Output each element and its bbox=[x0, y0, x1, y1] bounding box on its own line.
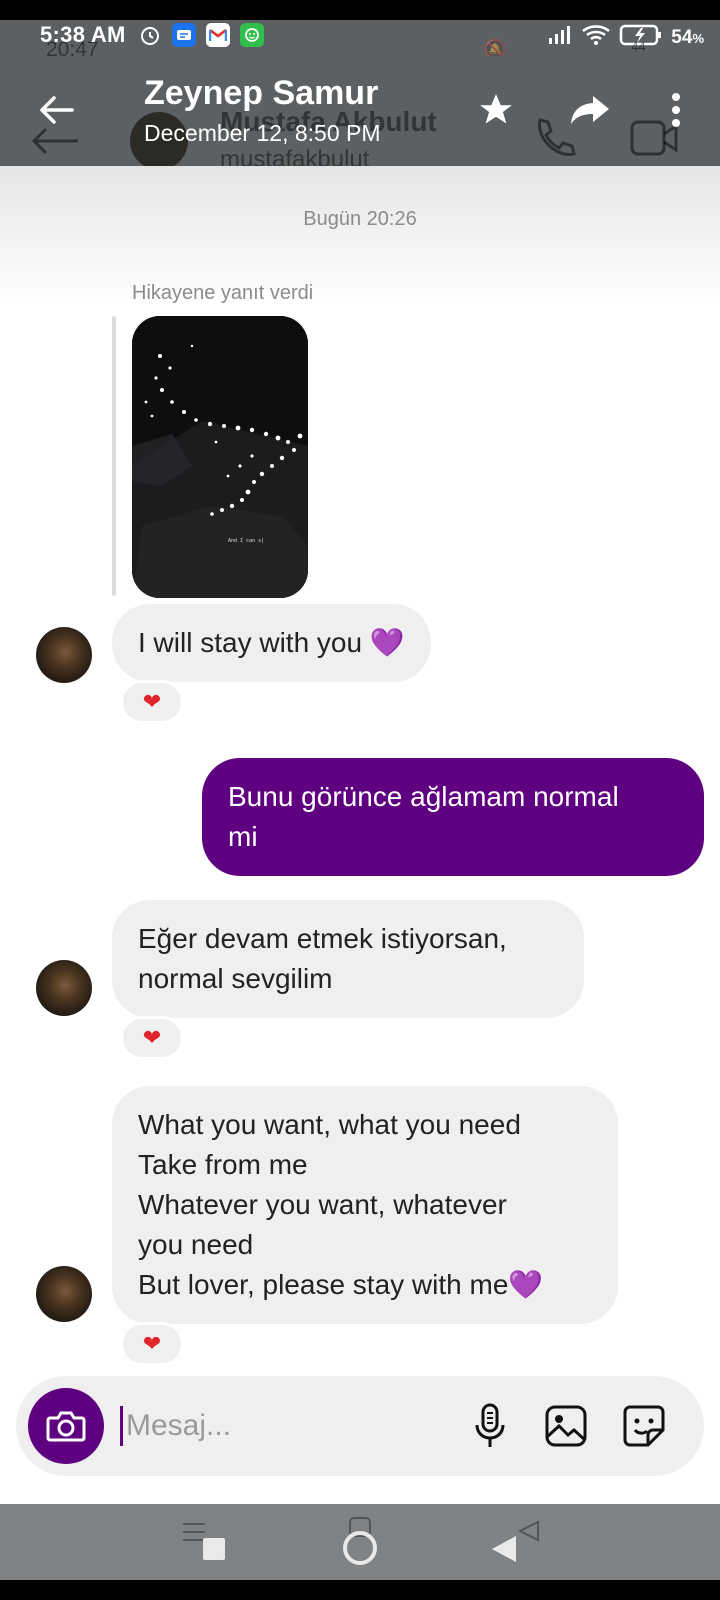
underlay-battery: 44 bbox=[631, 39, 646, 54]
heart-reaction[interactable]: ❤ bbox=[120, 1322, 184, 1366]
heart-icon: ❤ bbox=[142, 1025, 162, 1050]
story-thumbnail[interactable]: And I can s| bbox=[132, 316, 308, 598]
message-line: What you want, what you need bbox=[138, 1109, 521, 1140]
story-reply-label: Hikayene yanıt verdi bbox=[132, 282, 314, 304]
back-nav-button[interactable] bbox=[484, 1516, 544, 1568]
star-button[interactable] bbox=[472, 86, 520, 134]
message-bubble-incoming[interactable]: I will stay with you 💜 bbox=[112, 604, 431, 682]
message-line: But lover, please stay with me💜 bbox=[138, 1269, 544, 1300]
signal-icon bbox=[547, 24, 573, 51]
message-bubble-incoming[interactable]: What you want, what you need Take from m… bbox=[112, 1086, 618, 1324]
messages-icon bbox=[172, 23, 196, 47]
story-night-lights-image bbox=[132, 316, 308, 598]
contact-avatar[interactable] bbox=[36, 1266, 92, 1322]
recents-button[interactable] bbox=[176, 1516, 236, 1568]
back-arrow-icon bbox=[40, 96, 74, 124]
text-cursor bbox=[120, 1406, 123, 1446]
camera-icon bbox=[46, 1411, 86, 1442]
message-line: you need bbox=[138, 1229, 254, 1260]
recents-icon bbox=[183, 1523, 225, 1560]
message-line: normal sevgilim bbox=[138, 963, 333, 994]
home-icon bbox=[343, 1517, 377, 1565]
more-vertical-icon bbox=[672, 93, 680, 127]
system-navigation-bar bbox=[0, 1504, 720, 1580]
forward-icon bbox=[571, 96, 609, 124]
wifi-icon bbox=[581, 23, 611, 52]
alarm-icon bbox=[138, 23, 162, 47]
status-bar: 20:47 5:38 AM 🔕 44 54% bbox=[0, 20, 720, 61]
more-options-button[interactable] bbox=[652, 86, 700, 134]
back-button[interactable] bbox=[34, 88, 78, 132]
gmail-icon bbox=[206, 23, 230, 47]
message-line: Eğer devam etmek istiyorsan, bbox=[138, 923, 507, 954]
date-separator: Bugün 20:26 bbox=[303, 208, 417, 230]
voice-message-button[interactable] bbox=[462, 1398, 518, 1454]
message-line: Bunu görünce ağlamam normal bbox=[228, 781, 619, 812]
message-composer bbox=[16, 1376, 704, 1476]
chat-app-icon bbox=[240, 23, 264, 47]
back-triangle-icon bbox=[492, 1520, 539, 1562]
status-time: 5:38 AM bbox=[40, 22, 126, 47]
chat-header: Mustafa Akbulut mustafakbulut_ Zeynep Sa… bbox=[0, 56, 720, 166]
forward-button[interactable] bbox=[566, 86, 614, 134]
message-bubble-outgoing[interactable]: Bunu görünce ağlamam normal mi bbox=[202, 758, 704, 876]
header-fade bbox=[0, 166, 720, 306]
heart-reaction[interactable]: ❤ bbox=[120, 680, 184, 724]
home-button[interactable] bbox=[330, 1516, 390, 1568]
battery-percent: 54% bbox=[671, 26, 704, 48]
message-line: I will stay with you 💜 bbox=[138, 627, 405, 658]
image-icon bbox=[545, 1405, 587, 1447]
message-bubble-incoming[interactable]: Eğer devam etmek istiyorsan, normal sevg… bbox=[112, 900, 584, 1018]
story-caption: And I can s| bbox=[228, 538, 265, 544]
reply-quote-line bbox=[112, 316, 116, 596]
contact-avatar[interactable] bbox=[36, 960, 92, 1016]
heart-icon: ❤ bbox=[142, 689, 162, 714]
contact-name: Zeynep Samur bbox=[144, 74, 379, 112]
battery-charging-icon: 44 bbox=[619, 23, 663, 54]
bottom-black-strip bbox=[0, 1580, 720, 1600]
top-black-strip bbox=[0, 0, 720, 20]
heart-reaction[interactable]: ❤ bbox=[120, 1016, 184, 1060]
camera-button[interactable] bbox=[28, 1388, 104, 1464]
sticker-icon bbox=[623, 1405, 665, 1447]
message-date: December 12, 8:50 PM bbox=[144, 120, 381, 146]
microphone-icon bbox=[475, 1403, 505, 1447]
gallery-button[interactable] bbox=[538, 1398, 594, 1454]
sticker-button[interactable] bbox=[616, 1398, 672, 1454]
contact-avatar[interactable] bbox=[36, 627, 92, 683]
message-line: Whatever you want, whatever bbox=[138, 1189, 507, 1220]
message-line: Take from me bbox=[138, 1149, 308, 1180]
heart-icon: ❤ bbox=[142, 1331, 162, 1356]
star-icon bbox=[480, 94, 512, 124]
underlay-username: mustafakbulut_ bbox=[220, 146, 383, 166]
message-input[interactable] bbox=[126, 1398, 446, 1454]
message-line: mi bbox=[228, 821, 258, 852]
